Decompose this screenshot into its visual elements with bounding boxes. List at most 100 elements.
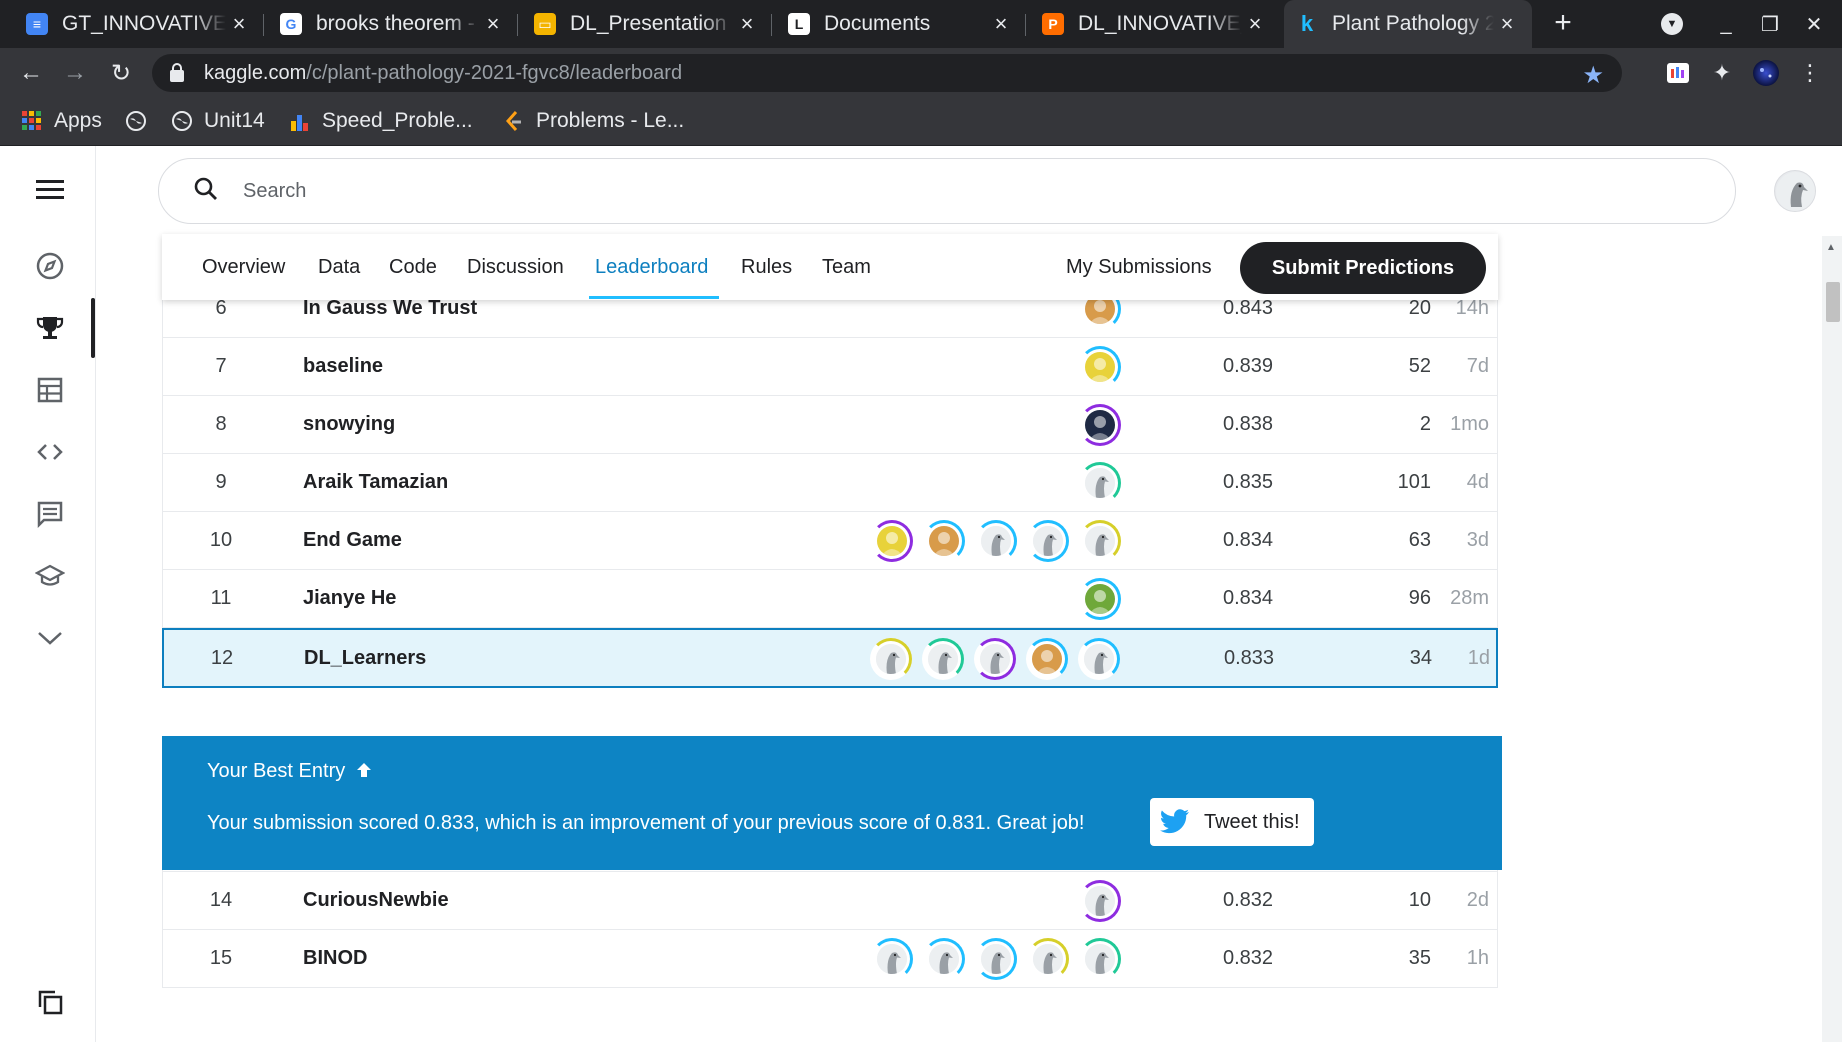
close-tab-icon[interactable]: × <box>226 11 252 37</box>
my-submissions-link[interactable]: My Submissions <box>1066 234 1212 300</box>
restore-button[interactable]: ❐ <box>1748 0 1792 48</box>
submit-predictions-button[interactable]: Submit Predictions <box>1240 242 1486 294</box>
leaderboard-row[interactable]: 9 Araik Tamazian 0.835 101 4d <box>162 454 1498 512</box>
chrome-menu-icon[interactable]: ⋮ <box>1796 59 1824 87</box>
member-avatar[interactable] <box>974 638 1016 680</box>
tab-search-button[interactable]: ▼ <box>1650 0 1694 48</box>
last-submission-cell: 1mo <box>1450 413 1489 435</box>
trophy-icon[interactable] <box>30 308 70 348</box>
member-avatar[interactable] <box>922 638 964 680</box>
new-tab-button[interactable]: + <box>1548 8 1578 39</box>
browser-tab[interactable]: P DL_INNOVATIVE_ × <box>1030 0 1280 48</box>
tab-rules[interactable]: Rules <box>741 234 792 300</box>
apps-grid-icon <box>22 111 42 131</box>
last-submission-cell: 2d <box>1466 889 1489 911</box>
compass-icon[interactable] <box>30 246 70 286</box>
member-avatar[interactable] <box>1079 938 1121 980</box>
bookmark-apps[interactable]: Apps <box>22 98 102 144</box>
bar-chart-icon <box>290 111 310 131</box>
team-name-link[interactable]: Jianye He <box>303 587 396 610</box>
tab-team[interactable]: Team <box>822 234 871 300</box>
close-window-button[interactable]: ✕ <box>1792 0 1836 48</box>
search-input[interactable] <box>243 179 1443 203</box>
close-tab-icon[interactable]: × <box>480 11 506 37</box>
team-name-link[interactable]: BINOD <box>303 947 367 970</box>
close-tab-icon[interactable]: × <box>1242 11 1268 37</box>
bookmark-globe[interactable] <box>126 98 158 144</box>
copy-pages-icon[interactable] <box>30 982 70 1022</box>
leaderboard-row[interactable]: 12 DL_Learners 0.833 34 1d <box>162 628 1498 688</box>
bookmark-star-icon[interactable]: ★ <box>1582 61 1604 90</box>
code-icon[interactable] <box>30 432 70 472</box>
member-avatar[interactable] <box>1079 520 1121 562</box>
leaderboard-row[interactable]: 11 Jianye He 0.834 96 28m <box>162 570 1498 628</box>
close-tab-icon[interactable]: × <box>1494 11 1520 37</box>
back-button[interactable]: ← <box>14 56 48 90</box>
team-name-link[interactable]: Araik Tamazian <box>303 471 448 494</box>
scroll-up-arrow-icon[interactable]: ▲ <box>1826 242 1836 253</box>
rank-cell: 6 <box>215 297 227 319</box>
tweet-button[interactable]: Tweet this! <box>1150 798 1314 846</box>
close-tab-icon[interactable]: × <box>988 11 1014 37</box>
member-avatar[interactable] <box>1079 346 1121 388</box>
tab-discussion[interactable]: Discussion <box>467 234 564 300</box>
member-avatar[interactable] <box>1079 462 1121 504</box>
bookmark-unit14[interactable]: Unit14 <box>172 98 265 144</box>
tab-leaderboard[interactable]: Leaderboard <box>595 234 708 300</box>
team-name-link[interactable]: DL_Learners <box>304 647 426 670</box>
browser-tab[interactable]: L Documents × <box>776 0 1026 48</box>
hamburger-menu-icon[interactable] <box>30 170 70 210</box>
tab-code[interactable]: Code <box>389 234 437 300</box>
team-name-link[interactable]: CuriousNewbie <box>303 889 449 912</box>
member-avatar[interactable] <box>1079 404 1121 446</box>
team-name-link[interactable]: End Game <box>303 529 402 552</box>
browser-tab-active[interactable]: k Plant Pathology 2 × <box>1284 0 1532 48</box>
minimize-button[interactable]: _ <box>1704 0 1748 48</box>
extension-icon[interactable] <box>1664 59 1692 87</box>
scrollbar-thumb[interactable] <box>1826 282 1840 322</box>
reload-button[interactable]: ↻ <box>104 56 138 90</box>
chevron-down-icon[interactable] <box>30 618 70 658</box>
leaderboard-row[interactable]: 7 baseline 0.839 52 7d <box>162 338 1498 396</box>
site-search-bar[interactable] <box>158 158 1736 224</box>
close-tab-icon[interactable]: × <box>734 11 760 37</box>
leaderboard-row[interactable]: 8 snowying 0.838 2 1mo <box>162 396 1498 454</box>
member-avatar[interactable] <box>975 520 1017 562</box>
member-avatar[interactable] <box>871 520 913 562</box>
page-scrollbar[interactable] <box>1822 236 1842 1042</box>
member-avatar[interactable] <box>870 638 912 680</box>
discussion-icon[interactable] <box>30 494 70 534</box>
user-avatar[interactable] <box>1774 170 1816 212</box>
forward-button[interactable]: → <box>58 56 92 90</box>
browser-tab[interactable]: ≡ GT_INNOVATIVE_ × <box>14 0 264 48</box>
member-avatar[interactable] <box>1027 520 1069 562</box>
puzzle-extensions-icon[interactable]: ✦ <box>1708 59 1736 87</box>
tab-data[interactable]: Data <box>318 234 360 300</box>
member-avatar[interactable] <box>975 938 1017 980</box>
browser-tab[interactable]: ▭ DL_Presentation × <box>522 0 772 48</box>
member-avatar[interactable] <box>1079 578 1121 620</box>
member-avatar[interactable] <box>1079 880 1121 922</box>
team-name-link[interactable]: baseline <box>303 355 383 378</box>
active-tab-underline <box>589 296 719 299</box>
last-submission-cell: 1d <box>1467 647 1490 669</box>
browser-tab[interactable]: G brooks theorem - × <box>268 0 518 48</box>
address-bar[interactable]: kaggle.com/c/plant-pathology-2021-fgvc8/… <box>152 54 1622 92</box>
member-avatar[interactable] <box>1026 638 1068 680</box>
member-avatar[interactable] <box>1027 938 1069 980</box>
member-avatar[interactable] <box>923 520 965 562</box>
team-name-link[interactable]: In Gauss We Trust <box>303 297 477 320</box>
bookmark-speed-problem[interactable]: Speed_Proble... <box>290 98 473 144</box>
leaderboard-row[interactable]: 15 BINOD 0.832 35 1h <box>162 930 1498 988</box>
member-avatar[interactable] <box>923 938 965 980</box>
tab-overview[interactable]: Overview <box>202 234 285 300</box>
leaderboard-row[interactable]: 14 CuriousNewbie 0.832 10 2d <box>162 872 1498 930</box>
leaderboard-row[interactable]: 10 End Game 0.834 63 3d <box>162 512 1498 570</box>
learn-graduation-cap-icon[interactable] <box>30 556 70 596</box>
member-avatar[interactable] <box>1078 638 1120 680</box>
team-name-link[interactable]: snowying <box>303 413 395 436</box>
bookmark-leetcode[interactable]: Problems - Le... <box>504 98 684 144</box>
member-avatar[interactable] <box>871 938 913 980</box>
table-icon[interactable] <box>30 370 70 410</box>
profile-avatar[interactable] <box>1752 59 1780 87</box>
